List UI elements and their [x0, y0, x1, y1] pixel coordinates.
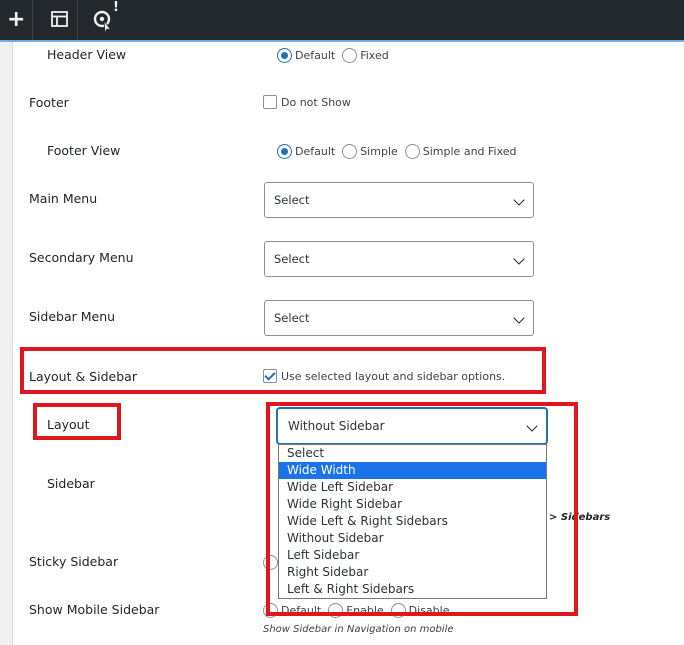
footer-view-radios: Default Simple Simple and Fixed: [277, 143, 524, 159]
plus-icon: +: [7, 7, 26, 32]
plugin-alert-icon: !: [93, 0, 119, 35]
toolbar-divider: [77, 0, 78, 40]
radio-button[interactable]: [277, 47, 292, 63]
checkbox-label: Do not Show: [281, 95, 351, 109]
footer-view-simple-fixed[interactable]: Simple and Fixed: [404, 143, 517, 159]
radio-button[interactable]: [277, 143, 292, 159]
highlight-box-layout-dropdown: [266, 402, 578, 616]
sidebar-menu-select[interactable]: Select: [264, 300, 534, 336]
select-value: Select: [274, 193, 310, 207]
radio-button[interactable]: [404, 143, 420, 159]
layout-button[interactable]: [40, 0, 80, 40]
show-mobile-sidebar-label: Show Mobile Sidebar: [29, 602, 160, 617]
secondary-menu-select[interactable]: Select: [264, 241, 534, 277]
highlight-box-layout-label: [33, 403, 121, 440]
alert-mark: !: [113, 0, 119, 15]
header-view-fixed[interactable]: Fixed: [342, 47, 389, 63]
sidebar-menu-label: Sidebar Menu: [29, 309, 116, 324]
checkbox[interactable]: [263, 95, 277, 109]
footer-do-not-show[interactable]: Do not Show: [263, 95, 351, 109]
mobile-sidebar-hint: Show Sidebar in Navigation on mobile: [263, 624, 454, 635]
chevron-down-icon: [505, 183, 533, 217]
header-view-default[interactable]: Default: [277, 47, 336, 63]
main-menu-label: Main Menu: [29, 191, 98, 206]
toolbar-divider: [32, 0, 33, 40]
radio-label: Default: [295, 48, 336, 62]
select-value: Select: [274, 311, 310, 325]
chevron-down-icon: [505, 242, 533, 276]
sidebar-label: Sidebar: [47, 476, 95, 491]
left-gutter: [0, 42, 12, 645]
radio-label: Default: [295, 144, 336, 158]
radio-button[interactable]: [342, 47, 358, 63]
footer-view-default[interactable]: Default: [277, 143, 336, 159]
highlight-box-layout-sidebar: [20, 347, 546, 394]
radio-button[interactable]: [342, 143, 358, 159]
toolbar-accent-line: [0, 40, 684, 42]
footer-view-label: Footer View: [47, 143, 121, 158]
radio-label: Simple and Fixed: [422, 144, 517, 158]
left-gutter-border: [12, 42, 13, 645]
secondary-menu-label: Secondary Menu: [29, 250, 134, 265]
sticky-sidebar-label: Sticky Sidebar: [29, 554, 119, 569]
footer-view-simple[interactable]: Simple: [342, 143, 398, 159]
admin-toolbar: + !: [0, 0, 684, 40]
plugin-alert-button[interactable]: !: [84, 0, 124, 40]
radio-label: Fixed: [360, 48, 389, 62]
header-view-radios: Default Fixed: [277, 47, 396, 63]
footer-label: Footer: [29, 95, 69, 110]
main-menu-select[interactable]: Select: [264, 182, 534, 218]
radio-label: Simple: [360, 144, 398, 158]
layout-icon: [51, 11, 68, 27]
header-view-label: Header View: [47, 47, 127, 62]
add-new-button[interactable]: +: [0, 0, 40, 40]
chevron-down-icon: [505, 301, 533, 335]
select-value: Select: [274, 252, 310, 266]
